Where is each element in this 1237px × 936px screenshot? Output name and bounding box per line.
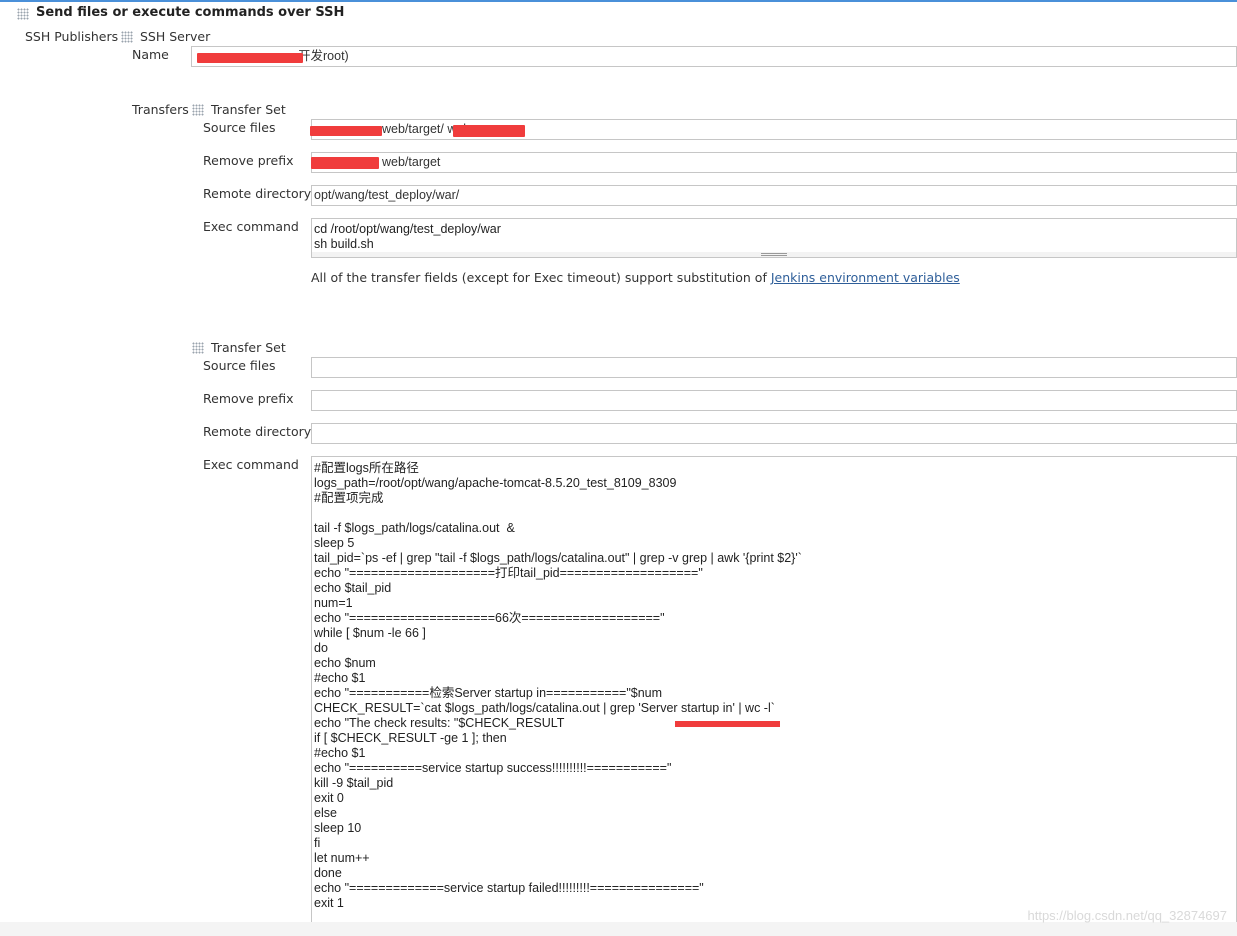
remote-directory-value: opt/wang/test_deploy/war/	[314, 188, 460, 202]
remote-directory-input[interactable]	[311, 423, 1237, 444]
top-accent-line	[0, 0, 1237, 2]
ssh-server-label: SSH Server	[140, 29, 211, 44]
watermark: https://blog.csdn.net/qq_32874697	[1027, 908, 1228, 923]
name-label: Name	[132, 47, 169, 62]
exec-command-label: Exec command	[203, 219, 299, 234]
drag-handle-icon[interactable]	[17, 8, 29, 20]
remove-prefix-label: Remove prefix	[203, 391, 294, 406]
transfer-set-title: Transfer Set	[211, 102, 286, 117]
source-files-input[interactable]	[311, 357, 1237, 378]
ssh-publishers-label: SSH Publishers	[25, 29, 119, 44]
server-name-value: 开发root)	[298, 49, 349, 63]
remote-directory-input[interactable]: opt/wang/test_deploy/war/	[311, 185, 1237, 206]
textarea-resize-handle[interactable]	[311, 252, 1237, 258]
remove-prefix-input[interactable]	[311, 390, 1237, 411]
substitution-hint-text: All of the transfer fields (except for E…	[311, 270, 771, 285]
remote-directory-label: Remote directory	[203, 186, 312, 201]
exec-command-label: Exec command	[203, 457, 299, 472]
footer-band	[0, 922, 1237, 936]
transfers-label: Transfers	[132, 102, 189, 117]
remove-prefix-value: web/target	[382, 155, 441, 169]
remove-prefix-input[interactable]: web/target	[311, 152, 1237, 173]
transfer-set-drag-handle-icon[interactable]	[192, 342, 204, 354]
redaction-mark	[311, 157, 379, 169]
redaction-mark	[197, 53, 303, 63]
remove-prefix-label: Remove prefix	[203, 153, 294, 168]
exec-command-textarea[interactable]: cd /root/opt/wang/test_deploy/war sh bui…	[311, 218, 1237, 253]
exec-command-textarea[interactable]: #配置logs所在路径 logs_path=/root/opt/wang/apa…	[311, 456, 1237, 926]
ssh-server-drag-handle-icon[interactable]	[121, 31, 133, 43]
substitution-hint: All of the transfer fields (except for E…	[311, 270, 960, 285]
server-name-select[interactable]: 开发root)	[191, 46, 1237, 67]
transfer-set-title: Transfer Set	[211, 340, 286, 355]
redaction-mark	[310, 126, 382, 136]
annotation-underline	[675, 721, 780, 727]
remote-directory-label: Remote directory	[203, 424, 312, 439]
source-files-label: Source files	[203, 358, 276, 373]
section-title: Send files or execute commands over SSH	[36, 5, 345, 20]
transfer-set-drag-handle-icon[interactable]	[192, 104, 204, 116]
jenkins-env-vars-link[interactable]: Jenkins environment variables	[771, 270, 960, 285]
redaction-mark	[453, 125, 525, 137]
source-files-input[interactable]: web/target/ web.war	[311, 119, 1237, 140]
source-files-label: Source files	[203, 120, 276, 135]
